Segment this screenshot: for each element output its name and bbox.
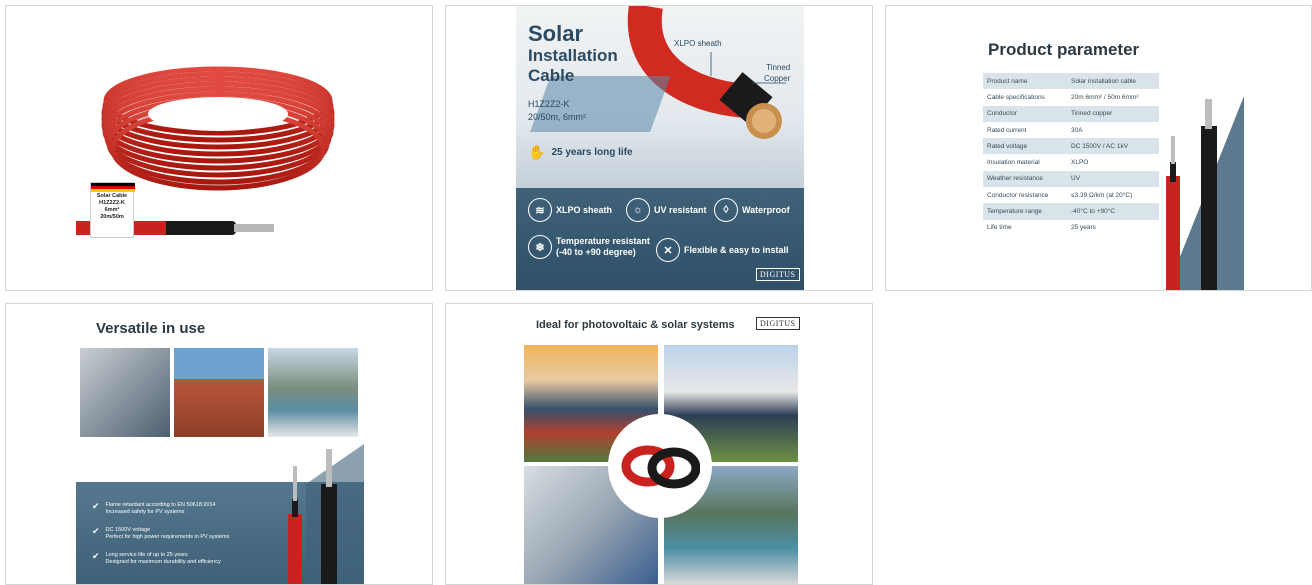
bullet-2-line-2: Perfect for high power requirements in P… [105,534,230,540]
title-solar: Solar [528,21,584,46]
bullet-3-line-2: Designed for maximum durability and effi… [105,559,221,565]
layers-icon: ≋ [528,198,552,222]
parameter-row: Life time 25 years [983,220,1159,236]
bullet-1-line-1: Flame retardant according to EN 50618:20… [105,502,216,508]
parameter-value: Solar installation cable [1067,73,1159,90]
parameter-row: Temperature range -40°C to +90°C [983,203,1159,220]
parameter-name: Life time [987,224,1012,232]
product-image-versatile[interactable]: Versatile in use ✔ Flame retardant accor… [5,303,433,585]
thermometer-icon: ❄ [528,235,552,259]
check-icon: ✔ [92,501,100,511]
feature-temp-line-2: (-40 to +90 degree) [556,247,636,257]
feature-temp-line-1: Temperature resistant [556,236,650,246]
callout-tinned: Tinned [766,63,791,72]
bullet-3-line-1: Long service life of up to 25 years [105,552,188,558]
bullet-voltage: ✔ DC 1500V voltage Perfect for high power… [92,527,229,541]
parameter-value: 20m 6mm² / 50m 6mm² [1071,93,1139,101]
parameter-name: Rated voltage [983,138,1067,155]
infographic-title: Solar Installation Cable [528,22,618,86]
parameter-row: Conductor resistance ≤3.39 Ω/km (at 20°C) [983,187,1159,203]
infographic-spec: H1Z2Z2-K 20/50m, 6mm² [528,98,586,124]
feature-temperature-text: Temperature resistant (-40 to +90 degree… [556,236,650,258]
parameter-row: Conductor Tinned copper [983,105,1159,122]
infographic-panel: Solar Installation Cable H1Z2Z2-K 20/50m… [516,6,804,290]
parameter-value: XLPO [1071,159,1089,167]
water-drop-icon: ◊ [714,198,738,222]
parameter-name: Weather resistance [983,170,1067,188]
parameter-value: UV [1067,170,1159,188]
parameter-name: Conductor [983,105,1067,122]
parameter-name: Rated current [987,126,1027,134]
cable-coil-illustration [76,66,335,235]
bullet-2-line-1: DC 1500V voltage [105,527,151,533]
parameter-row: Rated current 30A [983,122,1159,138]
cable-coils-circle [608,414,712,518]
feature-flexible-label: Flexible & easy to install [684,245,789,255]
product-image-parameters[interactable]: Product parameter Product name Solar inst… [885,5,1312,291]
photo-workers-tiles [174,348,264,437]
title-installation: Installation [528,46,618,65]
long-life-badge: ✋ 25 years long life [528,144,633,161]
parameter-row: Weather resistance UV [983,170,1159,188]
parameter-name: Product name [983,73,1067,90]
feature-xlpo-label: XLPO sheath [556,205,613,215]
feature-waterproof-label: Waterproof [742,205,790,215]
parameter-name: Cable specifications [987,93,1045,101]
check-icon: ✔ [92,526,100,536]
photo-camper-van [268,348,358,437]
product-image-applications[interactable]: Ideal for photovoltaic & solar systems D… [445,303,873,585]
digitus-logo: DIGITUS [756,317,800,330]
parameter-name: Temperature range [983,203,1067,220]
hand-medal-icon: ✋ [528,144,546,160]
bullet-service-life: ✔ Long service life of up to 25 years Des… [92,552,221,566]
feature-temperature: ❄ Temperature resistant (-40 to +90 degr… [528,235,650,259]
cable-label-tag: Solar Cable H1Z2Z2-K 6mm² 20m/50m [90,182,135,238]
parameter-name: Insulation material [987,159,1040,167]
spec-line-2: 20/50m, 6mm² [528,112,587,122]
callout-xlpo-sheath: XLPO sheath [674,39,722,48]
sun-icon: ☼ [626,198,650,222]
parameter-value: ≤3.39 Ω/km (at 20°C) [1071,191,1133,199]
callout-tinned-copper: Tinned Copper [764,62,790,84]
parameter-name: Conductor resistance [987,191,1049,199]
parameter-value: 30A [1071,126,1083,134]
cable-coils-icon [621,445,700,489]
product-image-infographic[interactable]: Solar Installation Cable H1Z2Z2-K 20/50m… [445,5,873,291]
product-image-cable-coil[interactable]: Solar Cable H1Z2Z2-K 6mm² 20m/50m [5,5,433,291]
parameter-value: DC 1500V / AC 1kV [1067,138,1159,155]
parameter-value: 25 years [1071,224,1096,232]
versatile-title: Versatile in use [96,320,206,337]
callout-copper: Copper [764,74,791,83]
spec-line-1: H1Z2Z2-K [528,99,570,109]
photo-installer-roof [80,348,170,437]
feature-uv: ☼ UV resistant [626,198,707,222]
parameters-title: Product parameter [988,40,1140,59]
cable-ends-illustration [1166,96,1244,290]
label-line-1: Solar Cable [96,193,128,199]
cable-ends-illustration [288,444,364,584]
check-icon: ✔ [92,551,100,561]
parameter-value: Tinned copper [1067,105,1159,122]
parameter-row: Rated voltage DC 1500V / AC 1kV [983,138,1159,155]
bullet-1-line-2: Increased safety for PV systems [105,509,185,515]
title-cable: Cable [528,66,575,85]
tools-icon: ✕ [656,238,680,262]
parameter-row: Cable specifications 20m 6mm² / 50m 6mm² [983,89,1159,105]
bullet-flame-retardant: ✔ Flame retardant according to EN 50618:… [92,502,216,516]
feature-xlpo: ≋ XLPO sheath [528,198,612,222]
parameter-row: Product name Solar installation cable [983,73,1159,90]
digitus-logo: DIGITUS [756,268,800,281]
label-line-3: 6mm² [104,207,120,213]
feature-waterproof: ◊ Waterproof [714,198,790,222]
feature-flexible: ✕ Flexible & easy to install [656,238,789,262]
label-line-2: H1Z2Z2-K [99,200,125,206]
long-life-text: 25 years long life [551,147,633,158]
label-line-4: 20m/50m [100,214,124,220]
parameter-value: -40°C to +90°C [1067,203,1159,220]
feature-uv-label: UV resistant [654,205,707,215]
applications-title: Ideal for photovoltaic & solar systems [536,319,735,331]
parameters-table: Product name Solar installation cable Cabl… [983,73,1159,236]
parameter-row: Insulation material XLPO [983,154,1159,170]
